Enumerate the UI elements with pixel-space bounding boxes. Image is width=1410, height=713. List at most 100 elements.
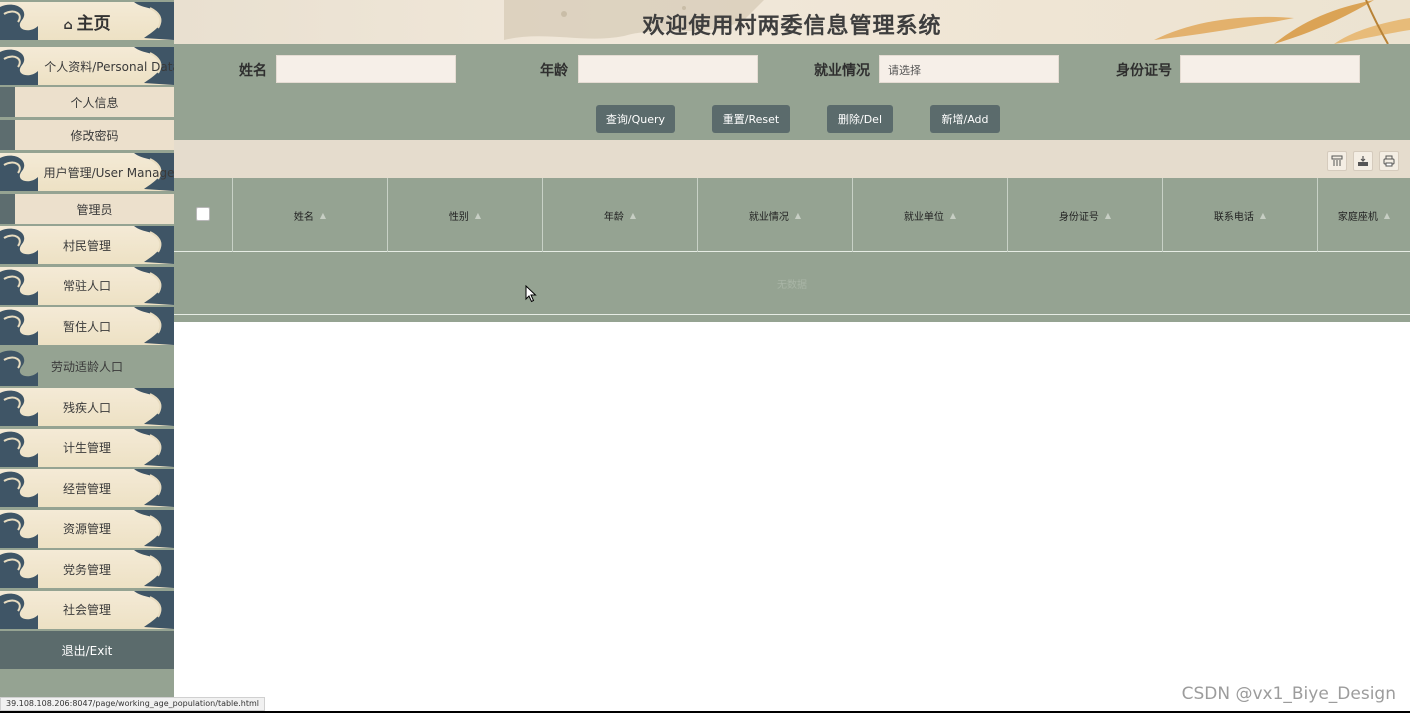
query-button[interactable]: 查询/Query (596, 105, 675, 133)
delete-button[interactable]: 删除/Del (827, 105, 893, 133)
wave-decoration-icon (134, 590, 174, 629)
table-header: 姓名 ▲︎ 性别 ▲︎ 年龄 ▲︎ 就业情况 ▲︎ 就业单位 ▲︎ 身份证号 ▲︎ 联系电话 ▲︎ 家庭座机… (174, 178, 1410, 252)
sidebar-menu-item[interactable]: 党务管理 (0, 550, 174, 588)
status-url: 39.108.108.206:8047/page/working_age_pop… (0, 697, 265, 711)
sort-icon[interactable]: ▲︎ (1384, 211, 1390, 220)
sidebar-menu-label: 党务管理 (62, 562, 111, 577)
sort-icon[interactable]: ▲︎ (1260, 211, 1266, 220)
nav-user-manage-label: 用户管理/User Manage (43, 165, 174, 180)
sub-item-label: 修改密码 (70, 128, 119, 143)
idcard-input[interactable] (1180, 55, 1360, 83)
reset-button[interactable]: 重置/Reset (712, 105, 790, 133)
age-label: 年龄 (540, 63, 568, 79)
sidebar-menu-item[interactable]: 暂住人口 (0, 307, 174, 345)
sidebar-menu-label: 资源管理 (62, 522, 111, 536)
column-header-label: 联系电话 (1213, 211, 1254, 223)
column-header[interactable]: 年龄 ▲︎ (542, 178, 697, 252)
search-bar: 姓名 年龄 就业情况 请选择 身份证号 查询/Query 重置/Reset 删除… (174, 44, 1410, 140)
wave-decoration-icon (134, 388, 174, 426)
column-header[interactable]: 性别 ▲︎ (387, 178, 542, 252)
table-empty-message: 无数据 (174, 252, 1410, 315)
sidebar-menu-item[interactable]: 经营管理 (0, 469, 174, 507)
wave-decoration-icon (0, 269, 38, 305)
wave-decoration-icon (0, 390, 38, 426)
wave-decoration-icon (134, 469, 174, 507)
sidebar-menu-label: 残疾人口 (62, 400, 111, 415)
exit-button[interactable]: 退出/Exit (0, 631, 174, 669)
wave-decoration-icon (0, 228, 38, 264)
wave-decoration-icon (0, 471, 38, 507)
wave-decoration-icon (134, 266, 174, 305)
column-header[interactable]: 姓名 ▲︎ (232, 178, 387, 252)
sidebar-menu-label: 劳动适龄人口 (50, 360, 123, 374)
sort-icon[interactable]: ▲︎ (320, 211, 326, 220)
age-input[interactable] (578, 55, 758, 83)
sidebar-menu-label: 计生管理 (62, 441, 111, 455)
print-icon[interactable] (1379, 151, 1399, 171)
data-table: 姓名 ▲︎ 性别 ▲︎ 年龄 ▲︎ 就业情况 ▲︎ 就业单位 ▲︎ 身份证号 ▲︎ 联系电话 ▲︎ 家庭座机… (174, 178, 1410, 322)
column-header-label: 姓名 (293, 211, 314, 223)
sidebar-menu-item[interactable]: 社会管理 (0, 590, 174, 629)
column-header-label: 身份证号 (1058, 211, 1099, 223)
sub-item-label: 管理员 (76, 202, 113, 217)
sub-item-label: 个人信息 (70, 95, 119, 110)
sub-item-change-password[interactable]: 修改密码 (0, 120, 174, 150)
column-header[interactable]: 就业单位 ▲︎ (852, 178, 1007, 252)
sidebar-menu-label: 常驻人口 (62, 279, 111, 293)
sort-icon[interactable]: ▲︎ (950, 211, 956, 220)
home-icon: ⌂ (63, 17, 73, 33)
column-header[interactable]: 联系电话 ▲︎ (1162, 178, 1317, 252)
select-all-checkbox[interactable] (196, 207, 210, 221)
name-input[interactable] (276, 55, 456, 83)
wave-decoration-icon (0, 593, 38, 629)
exit-label: 退出/Exit (61, 643, 113, 658)
column-header[interactable]: 就业情况 ▲︎ (697, 178, 852, 252)
wave-decoration-icon (0, 350, 38, 386)
column-header-label: 年龄 (603, 211, 624, 223)
sub-item-personal-info[interactable]: 个人信息 (0, 87, 174, 117)
column-header[interactable]: 身份证号 ▲︎ (1007, 178, 1162, 252)
sidebar-menu-item[interactable]: 计生管理 (0, 428, 174, 467)
wave-decoration-icon (0, 155, 38, 191)
column-header[interactable]: 家庭座机 ▲︎ (1317, 178, 1410, 252)
mouse-cursor-icon (525, 285, 537, 303)
wave-decoration-icon (0, 309, 38, 345)
nav-home[interactable]: ⌂ 主页 (0, 2, 174, 40)
idcard-label: 身份证号 (1116, 63, 1172, 79)
sort-icon[interactable]: ▲︎ (475, 211, 481, 220)
sort-icon[interactable]: ▲︎ (795, 211, 801, 220)
sidebar-menu-label: 暂住人口 (62, 319, 111, 334)
employment-select[interactable]: 请选择 (879, 55, 1059, 83)
sidebar-menu-item[interactable]: 残疾人口 (0, 388, 174, 426)
wave-decoration-icon (134, 226, 174, 264)
columns-icon[interactable] (1327, 151, 1347, 171)
nav-personal-data-label: 个人资料/Personal Data (44, 59, 174, 74)
sort-icon[interactable]: ▲︎ (1105, 211, 1111, 220)
sidebar-menu-item[interactable]: 劳动适龄人口 (0, 347, 174, 386)
sidebar-menu-item[interactable]: 资源管理 (0, 509, 174, 548)
column-header-label: 家庭座机 (1337, 211, 1378, 223)
sort-icon[interactable]: ▲︎ (630, 211, 636, 220)
sidebar-menu-item[interactable]: 村民管理 (0, 226, 174, 264)
sidebar: ⌂ 主页 个人资料/Personal Data 个人信息 修改密码 用户管理/Us… (0, 0, 174, 697)
sidebar-menu-label: 社会管理 (62, 603, 111, 617)
nav-home-label: 主页 (76, 13, 111, 34)
name-label: 姓名 (239, 63, 267, 79)
employment-label: 就业情况 (814, 63, 870, 79)
column-header-label: 性别 (448, 211, 469, 223)
watermark: CSDN @vx1_Biye_Design (1181, 684, 1396, 704)
sidebar-menu-item[interactable]: 常驻人口 (0, 266, 174, 305)
nav-personal-data[interactable]: 个人资料/Personal Data (0, 47, 174, 85)
sidebar-menu-label: 经营管理 (62, 481, 111, 496)
wave-decoration-icon (0, 431, 38, 467)
wave-decoration-icon (0, 4, 38, 40)
wave-decoration-icon (134, 509, 174, 548)
sub-item-admin[interactable]: 管理员 (0, 194, 174, 224)
export-icon[interactable] (1353, 151, 1373, 171)
add-button[interactable]: 新增/Add (930, 105, 1000, 133)
wave-decoration-icon (0, 49, 38, 85)
column-header-label: 就业单位 (903, 211, 944, 223)
app-window: ⌂ 主页 个人资料/Personal Data 个人信息 修改密码 用户管理/Us… (0, 0, 1410, 713)
nav-user-manage[interactable]: 用户管理/User Manage (0, 153, 174, 191)
page-title: 欢迎使用村两委信息管理系统 (642, 14, 942, 39)
